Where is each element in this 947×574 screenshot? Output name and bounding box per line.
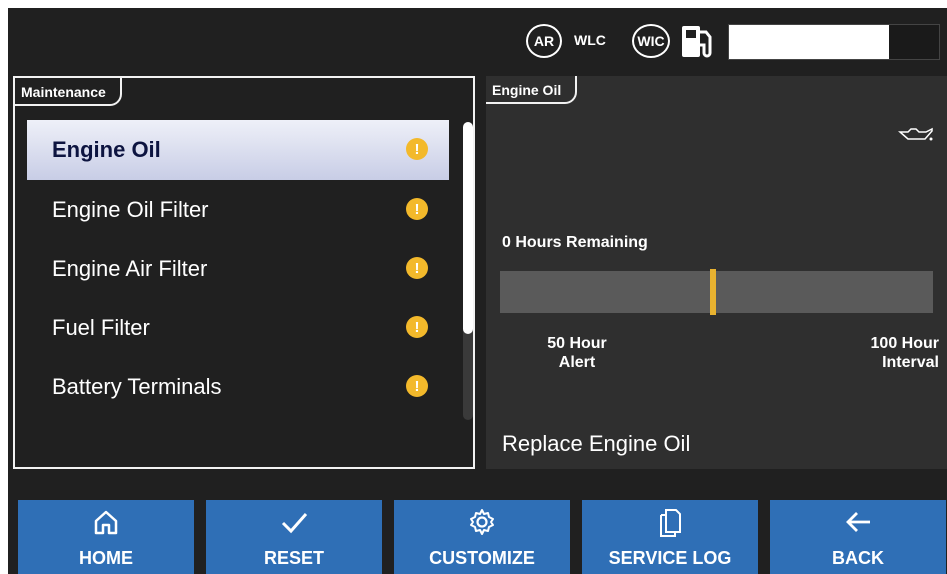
hours-remaining: 0 Hours Remaining — [502, 234, 648, 251]
maintenance-tab: Maintenance — [15, 78, 122, 106]
wlc-indicator: WLC — [574, 32, 606, 48]
checkmark-icon — [281, 513, 308, 534]
reset-button[interactable]: RESET — [206, 500, 382, 574]
home-button-label: HOME — [79, 548, 133, 568]
list-item-engine-oil[interactable]: Engine Oil ! — [27, 120, 449, 180]
fuel-gauge — [728, 24, 940, 60]
status-bar: AR WLC WIC — [8, 8, 947, 72]
maintenance-panel: Maintenance Engine Oil ! Engine Oil Filt… — [13, 76, 475, 469]
alert-marker — [710, 269, 716, 315]
home-button[interactable]: HOME — [18, 500, 194, 574]
warning-icon: ! — [406, 138, 428, 160]
back-button-label: BACK — [832, 548, 884, 568]
list-item-label: Battery Terminals — [52, 373, 222, 399]
detail-panel: Engine Oil 0 Hours Remaining 50 Hour Ale… — [486, 76, 947, 469]
interval-label-line1: 100 Hour — [870, 335, 939, 352]
list-item-fuel-filter[interactable]: Fuel Filter ! — [27, 298, 449, 357]
detail-tab: Engine Oil — [486, 76, 578, 104]
alert-label-line1: 50 Hour — [547, 335, 607, 352]
gear-icon — [470, 509, 494, 535]
back-button[interactable]: BACK — [770, 500, 946, 574]
list-item-engine-oil-filter[interactable]: Engine Oil Filter ! — [27, 180, 449, 239]
list-item-label: Engine Oil — [52, 137, 161, 162]
service-log-button[interactable]: SERVICE LOG — [582, 500, 758, 574]
fuel-pump-icon — [682, 26, 712, 58]
reset-button-label: RESET — [263, 548, 324, 568]
button-bar: HOME RESET CUSTOMIZE SERVICE LOG BACK — [8, 500, 947, 574]
interval-label-line2: Interval — [882, 354, 939, 371]
list-item-label: Fuel Filter — [52, 314, 150, 340]
customize-button-label: CUSTOMIZE — [429, 548, 535, 568]
customize-button[interactable]: CUSTOMIZE — [394, 500, 570, 574]
warning-icon: ! — [406, 316, 428, 338]
list-item-label: Engine Oil Filter — [52, 196, 209, 222]
arrow-left-icon — [846, 512, 870, 532]
warning-icon: ! — [406, 375, 428, 397]
warning-icon: ! — [406, 198, 428, 220]
alert-label-line2: Alert — [558, 354, 596, 371]
list-item-battery-terminals[interactable]: Battery Terminals ! — [27, 357, 449, 416]
list-item-engine-air-filter[interactable]: Engine Air Filter ! — [27, 239, 449, 298]
service-progress-bar — [500, 269, 933, 315]
home-icon — [94, 510, 118, 535]
maintenance-list: Engine Oil ! Engine Oil Filter ! Engine … — [27, 120, 449, 416]
scrollbar-thumb[interactable] — [463, 122, 473, 334]
fuel-gauge-fill — [729, 25, 889, 59]
service-log-button-label: SERVICE LOG — [608, 548, 732, 568]
oil-can-icon — [898, 127, 933, 141]
alert-label: 50 Hour Alert — [532, 334, 622, 372]
warning-icon: ! — [406, 257, 428, 279]
documents-icon — [660, 509, 681, 537]
list-item-label: Engine Air Filter — [52, 255, 208, 281]
service-instruction: Replace Engine Oil — [502, 431, 691, 456]
display-screen: AR WLC WIC Maintenance Engine Oil ! Engi… — [8, 8, 947, 574]
interval-label: 100 Hour Interval — [871, 334, 939, 372]
list-scrollbar[interactable] — [463, 122, 473, 420]
wic-indicator: WIC — [632, 24, 670, 58]
ar-indicator: AR — [526, 24, 562, 58]
